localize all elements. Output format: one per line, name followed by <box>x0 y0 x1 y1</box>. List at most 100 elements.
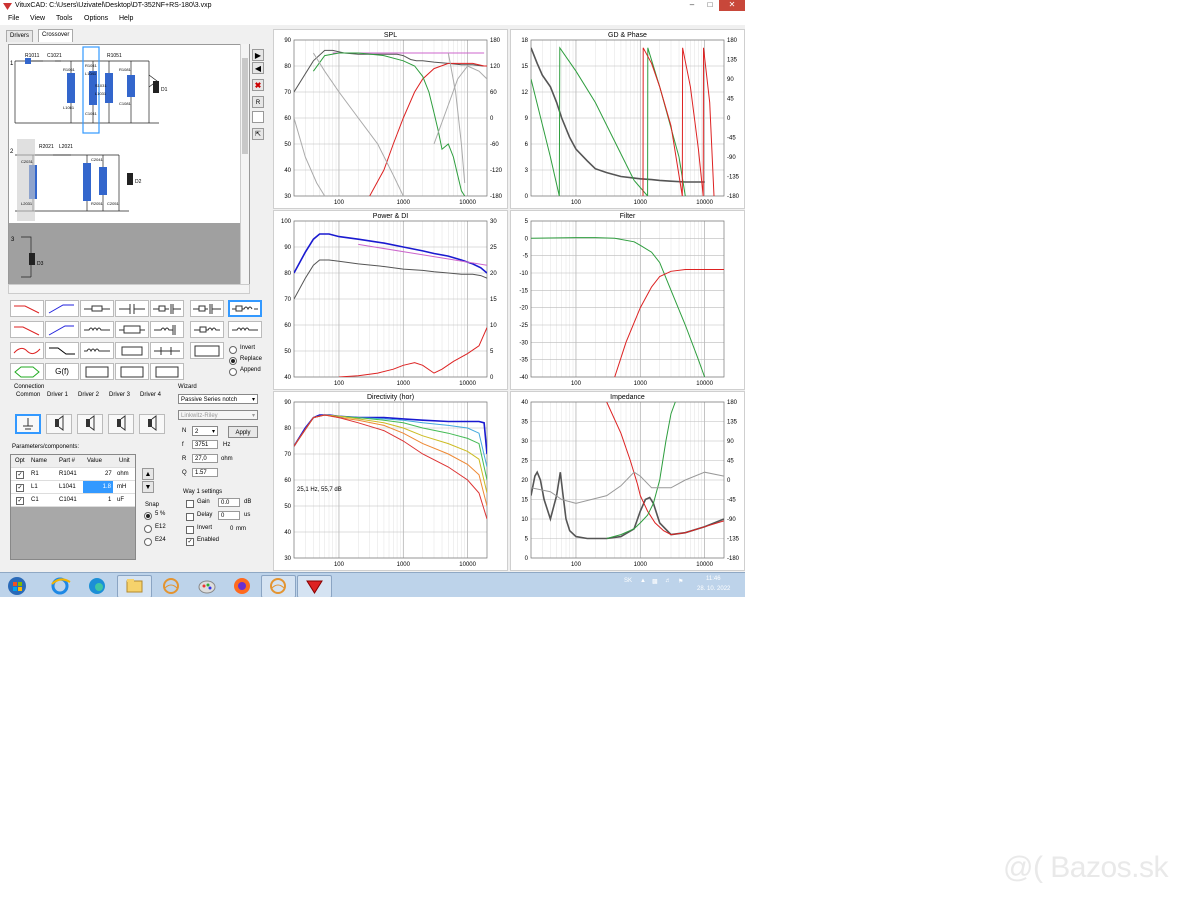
close-button[interactable]: ✕ <box>719 0 745 11</box>
rl-network-icon[interactable] <box>80 321 114 338</box>
rcl-series-icon[interactable] <box>190 300 224 317</box>
wizard-n-select[interactable]: 2 ▾ <box>192 426 218 436</box>
firefox-icon[interactable] <box>225 575 260 597</box>
schematic-vscroll-thumb[interactable] <box>242 58 248 154</box>
wizard-alignment-select[interactable]: Linkwitz-Riley ▾ <box>178 410 258 420</box>
apply-button[interactable]: Apply <box>228 426 258 438</box>
menu-file[interactable]: File <box>8 15 19 22</box>
tab-crossover[interactable]: Crossover <box>38 29 74 42</box>
language-indicator[interactable]: SK <box>624 578 632 584</box>
spl-chart[interactable]: SPL 100 1000 10000 90 80 70 60 50 40 30 180 120 60 0 -6… <box>273 29 508 209</box>
complex-network-icon[interactable] <box>190 342 224 359</box>
replace-radio[interactable] <box>229 357 237 365</box>
series-notch-icon[interactable] <box>228 300 262 317</box>
table-row[interactable]: ✓ R1 R1041 27 ohm <box>11 468 135 481</box>
gf-function-button[interactable]: G(f) <box>45 363 79 380</box>
power-di-chart-svg[interactable]: Power & DI100 1000 10000100908070605040302… <box>274 211 507 389</box>
r-icon[interactable]: R <box>252 96 264 108</box>
menu-help[interactable]: Help <box>119 15 133 22</box>
volume-icon[interactable]: ♬ <box>665 578 671 584</box>
wizard-q-input[interactable]: 1.57 <box>192 468 218 477</box>
snap-e24-radio[interactable] <box>144 538 152 546</box>
file-explorer-icon[interactable] <box>117 575 152 597</box>
highpass-icon[interactable] <box>45 300 79 317</box>
enabled-checkbox[interactable]: ✓ <box>186 538 194 546</box>
snap-5-radio[interactable] <box>144 512 152 520</box>
checkbox-icon[interactable] <box>252 111 264 123</box>
vituxcad-taskbar-icon[interactable] <box>297 575 332 597</box>
lcr-network-icon[interactable] <box>115 342 149 359</box>
connection-driver4[interactable] <box>139 414 165 434</box>
row-value[interactable]: 1 <box>108 494 111 506</box>
delay-checkbox[interactable] <box>186 513 194 521</box>
rc-series-icon[interactable] <box>150 300 184 317</box>
minimize-button[interactable]: – <box>683 0 701 11</box>
flag-icon[interactable]: ⚑ <box>678 578 683 585</box>
menu-options[interactable]: Options <box>84 15 108 22</box>
table-row[interactable]: ✓ C1 C1041 1 uF <box>11 494 135 507</box>
lowpass-icon[interactable] <box>10 300 44 317</box>
internet-explorer-icon[interactable] <box>43 575 78 597</box>
row-checkbox[interactable]: ✓ <box>16 471 24 479</box>
schematic-vscrollbar[interactable] <box>240 44 249 284</box>
coil-network-icon[interactable] <box>80 342 114 359</box>
move-up-icon[interactable]: ▲ <box>142 468 154 480</box>
resistor-icon[interactable] <box>80 300 114 317</box>
tab-drivers[interactable]: Drivers <box>6 30 33 42</box>
row-value[interactable]: 27 <box>105 468 112 480</box>
connection-driver2[interactable] <box>77 414 103 434</box>
row-checkbox[interactable]: ✓ <box>16 484 24 492</box>
connection-driver3[interactable] <box>108 414 134 434</box>
directivity-chart-svg[interactable]: Directivity (hor) 100 1000 10000 90 80 70 60 50 4… <box>274 392 507 570</box>
gd-phase-chart[interactable]: GD & Phase 100 1000 10000 18 15 12 9 6 3 0 180 135 90… <box>510 29 745 209</box>
delete-icon[interactable]: ✖ <box>252 79 264 91</box>
ladder-network-icon[interactable] <box>150 342 184 359</box>
delay-input[interactable]: 0 <box>218 511 240 520</box>
append-radio[interactable] <box>229 368 237 376</box>
rlc-shunt-icon[interactable] <box>115 321 149 338</box>
invert-radio[interactable] <box>229 346 237 354</box>
spl-chart-svg[interactable]: SPL 100 1000 10000 90 80 70 60 50 40 30 180 120 60 0 -6… <box>274 30 507 208</box>
highpass-2-icon[interactable] <box>45 321 79 338</box>
ladder-network-2-icon[interactable] <box>150 363 184 380</box>
capacitor-icon[interactable] <box>115 300 149 317</box>
app-icon-2[interactable] <box>261 575 296 597</box>
network-icon[interactable]: ▩ <box>652 578 658 585</box>
shelf-icon[interactable] <box>45 342 79 359</box>
row-value-selected[interactable]: 1.8 <box>83 481 113 493</box>
impedance-chart[interactable]: Impedance 100 1000 10000 40 35 30 25 20 15 10 5 0 180… <box>510 391 745 571</box>
wizard-r-input[interactable]: 27,0 <box>192 454 218 463</box>
gain-checkbox[interactable] <box>186 500 194 508</box>
lowpass-2-icon[interactable] <box>10 321 44 338</box>
bandpass-icon[interactable] <box>10 342 44 359</box>
lc-ladder-icon[interactable] <box>80 363 114 380</box>
filter-chart[interactable]: Filter 100 1000 10000 5 0 -5 -10 -15 -20 -25 -30 -35… <box>510 210 745 390</box>
parallel-notch-icon[interactable] <box>228 321 262 338</box>
power-di-chart[interactable]: Power & DI 100 1000 10000 100 90 80 70 60 50 40 30 2… <box>273 210 508 390</box>
connection-common[interactable] <box>15 414 41 434</box>
back-icon[interactable]: ◀ <box>252 62 264 74</box>
show-hidden-icons-icon[interactable]: ▲ <box>640 578 646 584</box>
directivity-chart[interactable]: Directivity (hor) 100 1000 10000 90 80 70 60 50 4… <box>273 391 508 571</box>
schematic-diagram[interactable]: 1 2 R1011 C1021 R1041 L1041 C1041 R1051 … <box>9 45 249 223</box>
filter-chart-svg[interactable]: Filter 100 1000 10000 5 0 -5 -10 -15 -20 -25 -30 -35… <box>511 211 744 389</box>
way3-area[interactable]: 3 D3 <box>9 223 249 285</box>
rlc-ladder-icon[interactable] <box>115 363 149 380</box>
row-checkbox[interactable]: ✓ <box>16 497 24 505</box>
crossover-schematic[interactable]: 1 2 R1011 C1021 R1041 L1041 C1041 R1051 … <box>8 44 250 286</box>
clock-time[interactable]: 11:46 <box>706 576 721 582</box>
allpass-icon[interactable] <box>10 363 44 380</box>
snap-e12-radio[interactable] <box>144 525 152 533</box>
lc-network-icon[interactable] <box>150 321 184 338</box>
connection-driver1[interactable] <box>46 414 72 434</box>
menu-tools[interactable]: Tools <box>56 15 72 22</box>
wizard-f-input[interactable]: 3751 <box>192 440 218 449</box>
invert-checkbox[interactable] <box>186 526 194 534</box>
clock-date[interactable]: 28. 10. 2022 <box>697 586 730 592</box>
expand-icon[interactable]: ⇱ <box>252 128 264 140</box>
impedance-chart-svg[interactable]: Impedance 100 1000 10000 40 35 30 25 20 15 10 5 0 180… <box>511 392 744 570</box>
gd-phase-chart-svg[interactable]: GD & Phase 100 1000 10000 18 15 12 9 6 3 0 180 135 90… <box>511 30 744 208</box>
wizard-type-select[interactable]: Passive Series notch ▾ <box>178 394 258 404</box>
app-icon-1[interactable] <box>154 575 189 597</box>
edge-icon[interactable] <box>80 575 115 597</box>
